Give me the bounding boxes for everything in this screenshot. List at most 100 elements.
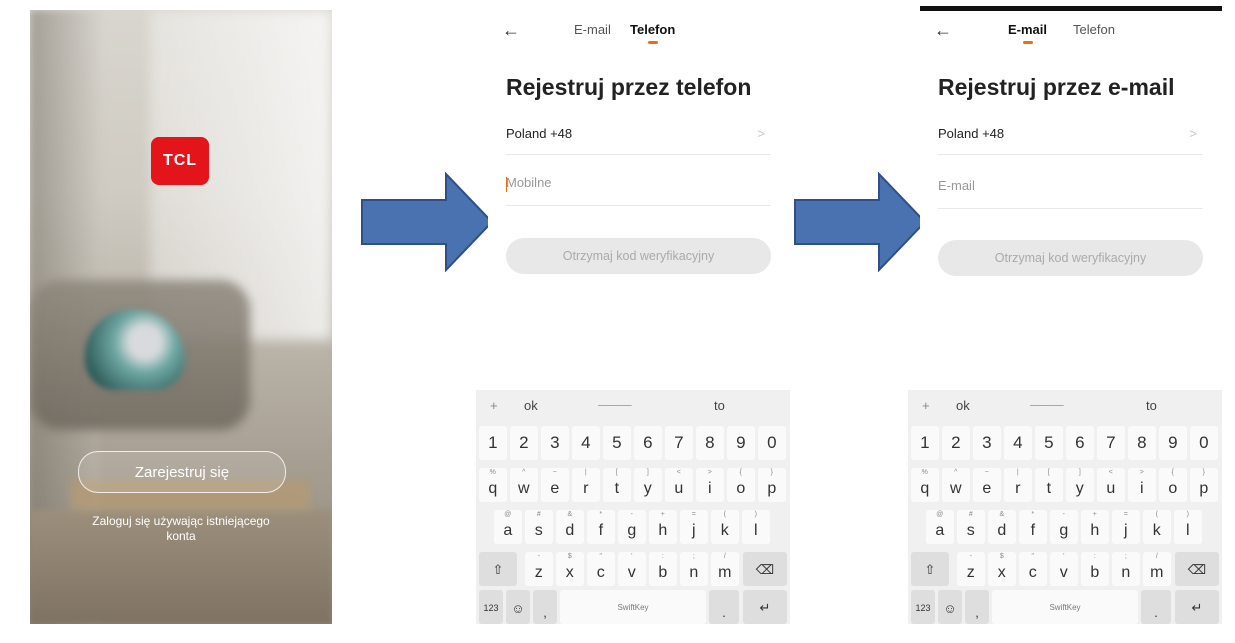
comma-key[interactable]: ,	[533, 590, 557, 624]
key-2[interactable]: 2	[942, 426, 970, 460]
key-p[interactable]: } p	[1190, 468, 1218, 502]
key-j[interactable]: = j	[680, 510, 708, 544]
key-y[interactable]: ] y	[634, 468, 662, 502]
key-7[interactable]: 7	[1097, 426, 1125, 460]
tab-phone[interactable]: Telefon	[630, 22, 675, 44]
key-7[interactable]: 7	[665, 426, 693, 460]
key-o[interactable]: {o	[727, 468, 755, 502]
key-1[interactable]: 1	[479, 426, 507, 460]
email-input[interactable]	[938, 178, 1203, 193]
key-x[interactable]: $ x	[556, 552, 584, 586]
key-i[interactable]: > i	[1128, 468, 1156, 502]
arrow-left-icon[interactable]: ←	[502, 20, 520, 41]
key-4[interactable]: 4	[572, 426, 600, 460]
key-y[interactable]: ] y	[1066, 468, 1094, 502]
key-t[interactable]: [t	[1035, 468, 1063, 502]
key-3[interactable]: 3	[541, 426, 569, 460]
key-6[interactable]: 6	[634, 426, 662, 460]
suggestion-link[interactable]: ━━━━━━━━━━━━━━	[1030, 403, 1064, 408]
key-0[interactable]: 0	[1190, 426, 1218, 460]
tab-phone[interactable]: Telefon	[1073, 22, 1115, 37]
key-c[interactable]: " c	[587, 552, 615, 586]
period-key[interactable]: .	[709, 590, 739, 624]
key-2[interactable]: 2	[510, 426, 538, 460]
key-f[interactable]: * f	[1019, 510, 1047, 544]
key-u[interactable]: < u	[1097, 468, 1125, 502]
key-8[interactable]: 8	[1128, 426, 1156, 460]
key-x[interactable]: $ x	[988, 552, 1016, 586]
key-g[interactable]: -g	[618, 510, 646, 544]
key-l[interactable]: ) l	[1174, 510, 1202, 544]
shift-icon[interactable]: ⇧	[479, 552, 517, 586]
register-button[interactable]: Zarejestruj się	[78, 451, 286, 493]
key-m[interactable]: / m	[711, 552, 739, 586]
suggestion-item[interactable]: to	[714, 398, 725, 413]
key-6[interactable]: 6	[1066, 426, 1094, 460]
key-j[interactable]: = j	[1112, 510, 1140, 544]
key-z[interactable]: -z	[957, 552, 985, 586]
key-k[interactable]: (k	[711, 510, 739, 544]
key-f[interactable]: * f	[587, 510, 615, 544]
key-1[interactable]: 1	[911, 426, 939, 460]
key-g[interactable]: -g	[1050, 510, 1078, 544]
key-m[interactable]: / m	[1143, 552, 1171, 586]
email-field[interactable]	[938, 178, 1203, 209]
key-v[interactable]: ' v	[1050, 552, 1078, 586]
backspace-icon[interactable]: ⌫	[743, 552, 787, 586]
mobile-field[interactable]	[506, 175, 771, 206]
key-4[interactable]: 4	[1004, 426, 1032, 460]
key-h[interactable]: + h	[649, 510, 677, 544]
suggestion-link[interactable]: ━━━━━━━━━━━━━━	[598, 403, 632, 408]
key-s[interactable]: # s	[525, 510, 553, 544]
key-d[interactable]: & d	[988, 510, 1016, 544]
spacebar[interactable]: SwiftKey	[560, 590, 706, 624]
key-u[interactable]: < u	[665, 468, 693, 502]
spacebar[interactable]: SwiftKey	[992, 590, 1138, 624]
key-c[interactable]: " c	[1019, 552, 1047, 586]
emoji-icon[interactable]: ☺	[938, 590, 962, 624]
key-z[interactable]: -z	[525, 552, 553, 586]
get-verification-code-button[interactable]: Otrzymaj kod weryfikacyjny	[938, 240, 1203, 276]
country-selector[interactable]: Poland +48 >	[938, 126, 1203, 155]
key-i[interactable]: > i	[696, 468, 724, 502]
mode-123-key[interactable]: 123	[911, 590, 935, 624]
tab-email[interactable]: E-mail	[574, 22, 611, 37]
suggestion-item[interactable]: ok	[524, 398, 538, 413]
key-r[interactable]: | r	[572, 468, 600, 502]
key-8[interactable]: 8	[696, 426, 724, 460]
key-l[interactable]: ) l	[742, 510, 770, 544]
key-e[interactable]: ~ e	[973, 468, 1001, 502]
key-0[interactable]: 0	[758, 426, 786, 460]
enter-icon[interactable]: ↵	[1175, 590, 1219, 624]
key-r[interactable]: | r	[1004, 468, 1032, 502]
key-a[interactable]: @ a	[494, 510, 522, 544]
key-t[interactable]: [t	[603, 468, 631, 502]
suggestion-item[interactable]: ok	[956, 398, 970, 413]
suggestion-item[interactable]: to	[1146, 398, 1157, 413]
key-w[interactable]: ^ w	[510, 468, 538, 502]
enter-icon[interactable]: ↵	[743, 590, 787, 624]
key-n[interactable]: ; n	[1112, 552, 1140, 586]
key-p[interactable]: } p	[758, 468, 786, 502]
arrow-left-icon[interactable]: ←	[934, 20, 952, 41]
period-key[interactable]: .	[1141, 590, 1171, 624]
key-n[interactable]: ; n	[680, 552, 708, 586]
key-s[interactable]: # s	[957, 510, 985, 544]
key-d[interactable]: & d	[556, 510, 584, 544]
key-b[interactable]: :b	[649, 552, 677, 586]
shift-icon[interactable]: ⇧	[911, 552, 949, 586]
key-e[interactable]: ~ e	[541, 468, 569, 502]
key-q[interactable]: % q	[911, 468, 939, 502]
emoji-icon[interactable]: ☺	[506, 590, 530, 624]
suggestion-plus[interactable]: +	[490, 398, 498, 413]
key-5[interactable]: 5	[1035, 426, 1063, 460]
key-o[interactable]: {o	[1159, 468, 1187, 502]
tab-email[interactable]: E-mail	[1008, 22, 1047, 44]
key-3[interactable]: 3	[973, 426, 1001, 460]
key-9[interactable]: 9	[727, 426, 755, 460]
key-5[interactable]: 5	[603, 426, 631, 460]
mode-123-key[interactable]: 123	[479, 590, 503, 624]
mobile-input[interactable]	[506, 175, 771, 190]
key-h[interactable]: + h	[1081, 510, 1109, 544]
country-selector[interactable]: Poland +48 >	[506, 126, 771, 155]
